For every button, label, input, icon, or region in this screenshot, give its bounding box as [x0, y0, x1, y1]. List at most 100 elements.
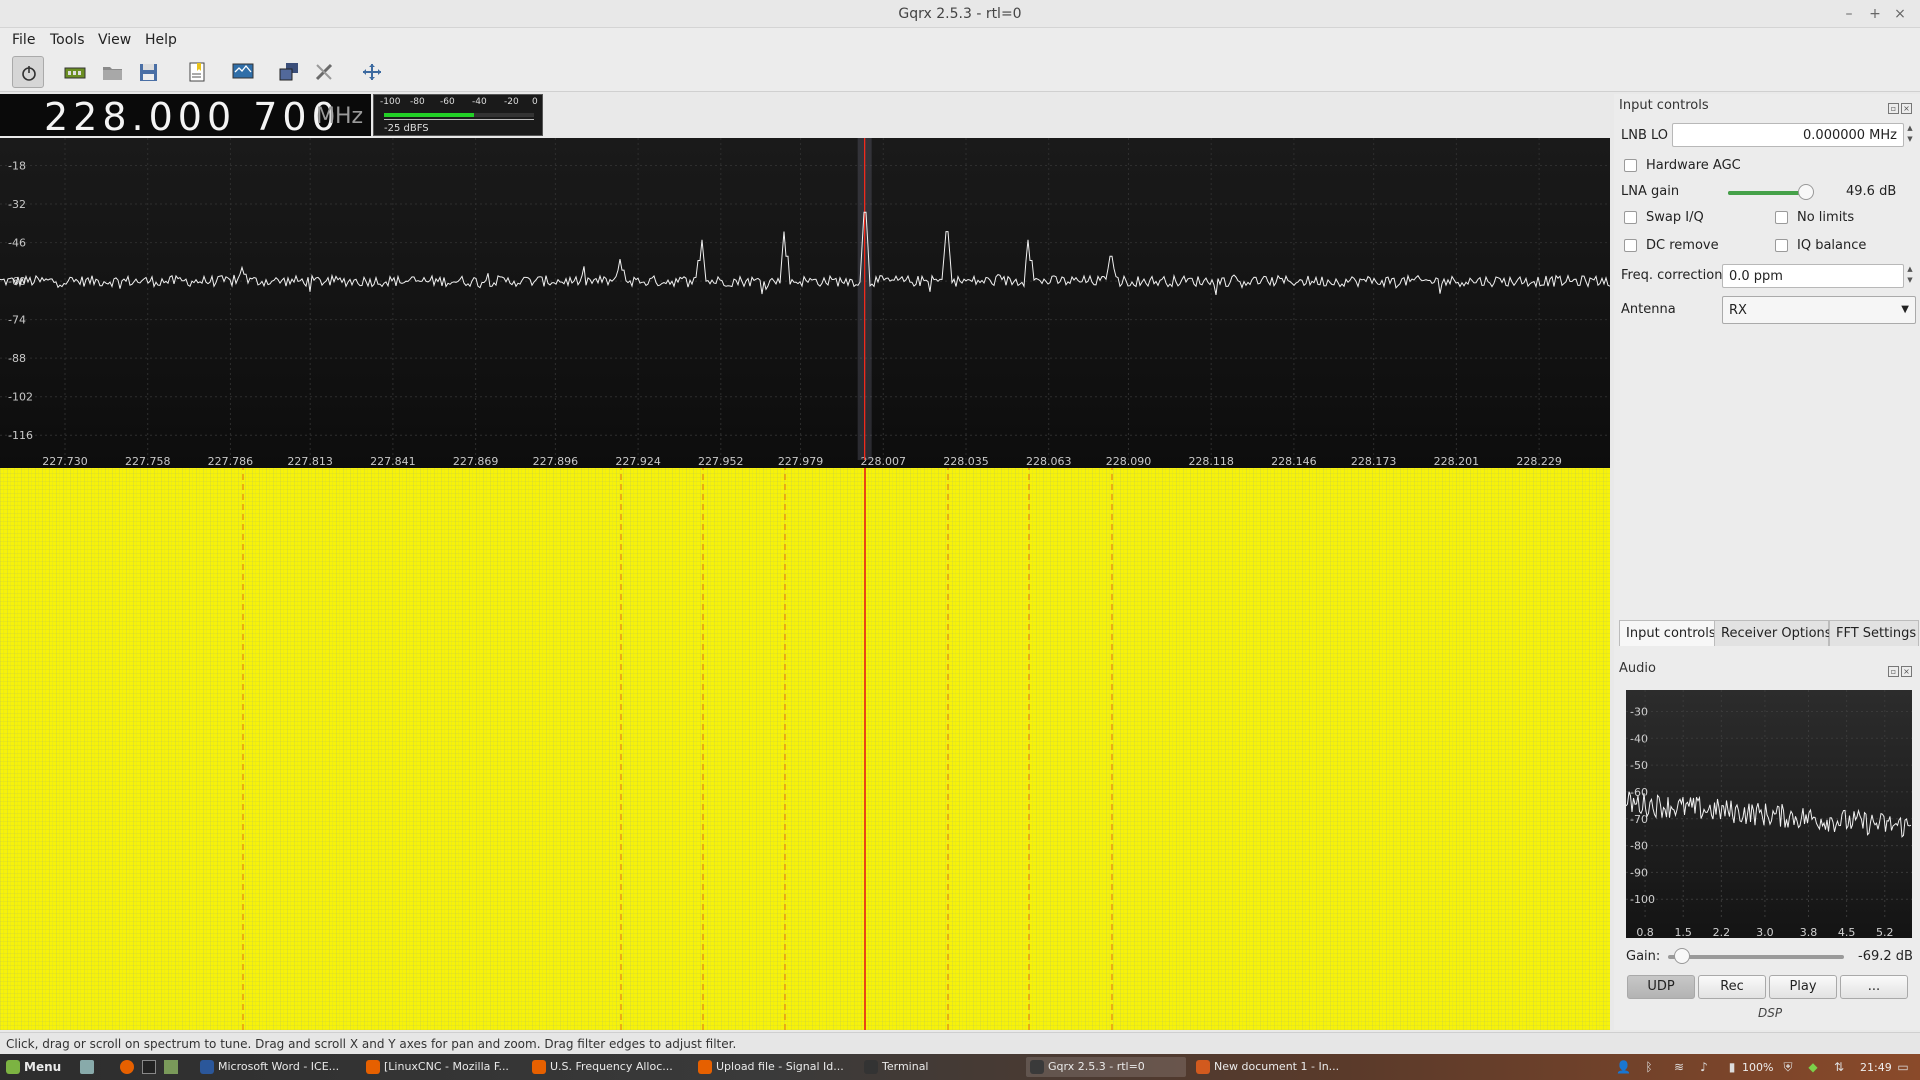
audio-fft-canvas[interactable]: -30-40-50-60-70-80-90-1000.8 1.5 2.2 3.0 3.8…: [1626, 690, 1912, 938]
iq-balance-checkbox[interactable]: [1775, 239, 1788, 252]
shield-icon[interactable]: ⛨: [1781, 1060, 1795, 1074]
dc-remove-checkbox[interactable]: [1624, 239, 1637, 252]
taskbar-item-terminal[interactable]: Terminal: [860, 1057, 1020, 1077]
swap-iq-label: Swap I/Q: [1646, 210, 1704, 225]
taskbar-item-word[interactable]: Microsoft Word - ICE...: [196, 1057, 356, 1077]
volume-icon[interactable]: ♪: [1697, 1060, 1711, 1074]
wifi-icon[interactable]: ≋: [1672, 1060, 1686, 1074]
audio-title: Audio: [1619, 661, 1656, 676]
nvidia-icon[interactable]: ◆: [1806, 1060, 1820, 1074]
tab-fft-settings[interactable]: FFT Settings: [1829, 620, 1919, 646]
network-icon[interactable]: ⇅: [1832, 1060, 1846, 1074]
spectrum-x-tick: 227.869: [453, 455, 499, 468]
audio-fft-plot[interactable]: -30 -40 -50 -60 -70 -80 -90 -100 0.8 1.5 2.2 3.0 3.8…: [1626, 690, 1912, 938]
tab-receiver-options[interactable]: Receiver Options: [1714, 620, 1832, 646]
audio-gain-label: Gain:: [1626, 949, 1661, 964]
play-button[interactable]: Play: [1769, 975, 1837, 999]
terminal-launcher-icon[interactable]: [142, 1060, 156, 1074]
io-devices-button[interactable]: [58, 56, 90, 88]
spectrum-x-tick: 227.952: [698, 455, 744, 468]
user-icon[interactable]: 👤: [1616, 1060, 1631, 1074]
hardware-agc-checkbox[interactable]: [1624, 159, 1637, 172]
freq-correction-spinner[interactable]: ▲ ▼: [1904, 264, 1916, 288]
taskbar-item-gqrx[interactable]: Gqrx 2.5.3 - rtl=0: [1026, 1057, 1186, 1077]
firefox-launcher-icon[interactable]: [120, 1060, 134, 1074]
dsp-label: DSP: [1758, 1006, 1783, 1020]
bookmark-button[interactable]: [180, 56, 212, 88]
antenna-label: Antenna: [1621, 302, 1676, 317]
menu-tools[interactable]: Tools: [50, 32, 85, 48]
taskbar-item-new-document[interactable]: New document 1 - In...: [1192, 1057, 1352, 1077]
audio-gain-slider[interactable]: [1668, 955, 1844, 959]
tools-button[interactable]: [308, 56, 340, 88]
spectrum-y-tick: -18: [8, 160, 26, 173]
spectrum-x-tick: 227.841: [370, 455, 416, 468]
lnb-lo-input[interactable]: 0.000000 MHz: [1672, 123, 1904, 147]
save-icon: [140, 64, 157, 81]
maximize-icon[interactable]: +: [1865, 4, 1885, 24]
remote-control-button[interactable]: [226, 56, 258, 88]
spectrum-y-tick: -116: [8, 429, 33, 442]
no-limits-checkbox[interactable]: [1775, 211, 1788, 224]
waterfall-signal-trace: [784, 468, 787, 1030]
menu-help[interactable]: Help: [145, 32, 177, 48]
title-bar: Gqrx 2.5.3 - rtl=0 – + ×: [0, 0, 1920, 28]
antenna-select[interactable]: RX ▼: [1722, 296, 1916, 324]
spectrum-x-tick: 227.896: [533, 455, 579, 468]
waterfall-signal-trace: [242, 468, 245, 1030]
hardware-agc-label: Hardware AGC: [1646, 158, 1741, 173]
spectrum-x-tick: 228.146: [1271, 455, 1317, 468]
tab-input-controls[interactable]: Input controls: [1619, 620, 1716, 646]
menu-bar: File Tools View Help: [0, 28, 1920, 52]
taskbar-item-linuxcnc[interactable]: [LinuxCNC - Mozilla F...: [362, 1057, 522, 1077]
bluetooth-icon[interactable]: ᛒ: [1642, 1060, 1656, 1074]
dock-windows-button[interactable]: [272, 56, 304, 88]
chevron-down-icon: ▼: [1901, 304, 1909, 315]
float-icon[interactable]: ▫: [1888, 103, 1899, 114]
waterfall-display[interactable]: [0, 468, 1610, 1030]
status-message: Click, drag or scroll on spectrum to tun…: [6, 1037, 737, 1051]
audio-options-button[interactable]: ...: [1840, 975, 1908, 999]
lnb-lo-spinner[interactable]: ▲ ▼: [1904, 123, 1916, 147]
menu-view[interactable]: View: [98, 32, 131, 48]
rec-button[interactable]: Rec: [1698, 975, 1766, 999]
swap-iq-checkbox[interactable]: [1624, 211, 1637, 224]
dc-remove-label: DC remove: [1646, 238, 1719, 253]
spectrum-y-tick: -74: [8, 314, 26, 327]
menu-file[interactable]: File: [12, 32, 35, 48]
float-icon[interactable]: ▫: [1888, 666, 1899, 677]
fullscreen-button[interactable]: [355, 56, 387, 88]
notifications-icon[interactable]: ▭: [1896, 1060, 1910, 1074]
save-settings-button[interactable]: [132, 56, 164, 88]
input-controls-dock-buttons[interactable]: ▫ ×: [1886, 100, 1914, 114]
taskbar-item-frequency-alloc[interactable]: U.S. Frequency Alloc...: [528, 1057, 688, 1077]
minimize-icon[interactable]: –: [1839, 4, 1859, 24]
freq-correction-input[interactable]: 0.0 ppm: [1722, 264, 1904, 288]
spectrum-plot[interactable]: -18 -32 -46 -60 -74 -88 -102 -116 227.730 227.758…: [0, 138, 1610, 468]
close-dock-icon[interactable]: ×: [1901, 666, 1912, 677]
audio-x-tick: 5.2: [1876, 926, 1894, 938]
spectrum-x-tick: 228.173: [1351, 455, 1397, 468]
start-menu-button[interactable]: Menu: [2, 1057, 72, 1077]
close-dock-icon[interactable]: ×: [1901, 103, 1912, 114]
spectrum-canvas[interactable]: -18-32-46-60-74-88-102-116227.730 227.758…: [0, 138, 1610, 468]
frequency-display[interactable]: 228.000 700 MHz: [0, 94, 371, 139]
udp-button[interactable]: UDP: [1627, 975, 1695, 999]
spectrum-y-tick: -32: [8, 198, 26, 211]
close-icon[interactable]: ×: [1890, 4, 1910, 24]
audio-dock-buttons[interactable]: ▫ ×: [1886, 663, 1914, 677]
no-limits-label: No limits: [1797, 210, 1855, 225]
files-launcher-icon[interactable]: [164, 1060, 178, 1074]
lna-gain-handle[interactable]: [1797, 184, 1814, 200]
frequency-digits[interactable]: 228.000 700: [44, 95, 341, 139]
antenna-value: RX: [1729, 303, 1747, 318]
load-settings-button[interactable]: [96, 56, 128, 88]
taskbar-item-upload-file[interactable]: Upload file - Signal Id...: [694, 1057, 854, 1077]
power-button[interactable]: [12, 56, 44, 88]
battery-icon[interactable]: ▮: [1725, 1060, 1739, 1074]
audio-x-tick: 4.5: [1838, 926, 1856, 938]
frequency-unit: MHz: [316, 104, 364, 129]
audio-gain-handle[interactable]: [1674, 948, 1691, 964]
show-desktop-icon[interactable]: [80, 1060, 94, 1074]
spectrum-x-tick: 227.979: [778, 455, 824, 468]
